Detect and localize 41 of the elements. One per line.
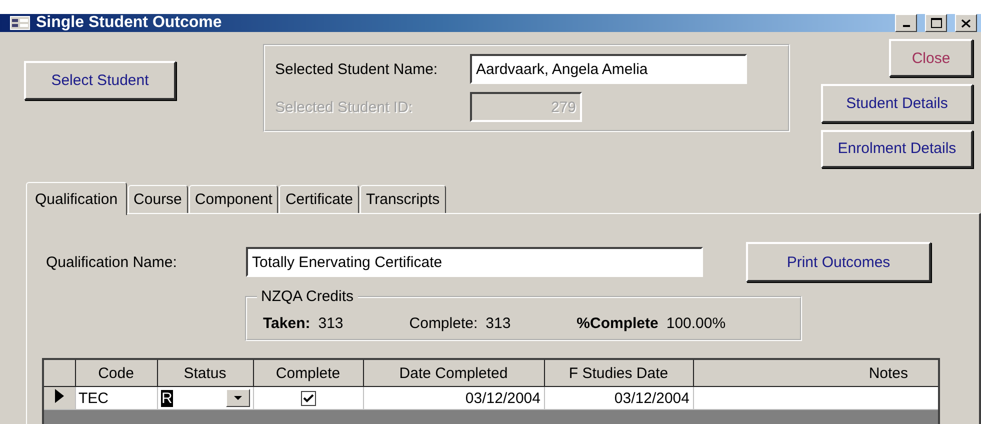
student-name-field[interactable]: Aardvaark, Angela Amelia <box>470 54 747 84</box>
qualification-name-field[interactable]: Totally Enervating Certificate <box>246 247 703 277</box>
qualification-name-label: Qualification Name: <box>46 254 178 270</box>
print-outcomes-button[interactable]: Print Outcomes <box>746 242 931 282</box>
tab[interactable]: Course <box>128 185 188 213</box>
complete-value: 313 <box>486 315 511 332</box>
maximize-icon <box>930 18 942 28</box>
tab[interactable]: Transcripts <box>360 185 446 213</box>
close-icon <box>961 18 971 28</box>
minimize-icon <box>902 25 910 27</box>
percent-complete-label: %Complete <box>576 315 658 332</box>
student-name-label: Selected Student Name: <box>275 60 439 78</box>
select-student-button[interactable]: Select Student <box>24 61 176 100</box>
column-header[interactable]: Complete <box>253 359 363 386</box>
credits-legend: NZQA Credits <box>257 288 358 305</box>
tab[interactable]: Component <box>188 185 278 213</box>
table-cell: 03/12/2004 <box>544 386 693 410</box>
form-icon <box>10 16 30 30</box>
column-header[interactable]: Notes <box>693 359 939 386</box>
tab[interactable]: Qualification <box>26 182 127 215</box>
complete-checkbox[interactable] <box>300 390 316 406</box>
complete-label: Complete: <box>409 315 478 332</box>
close-window-button[interactable] <box>955 14 977 32</box>
status-dropdown[interactable]: R <box>157 386 253 410</box>
tab[interactable]: Certificate <box>279 185 359 213</box>
percent-complete-value: 100.00% <box>666 315 726 332</box>
column-header[interactable]: Date Completed <box>363 359 544 386</box>
details-button[interactable]: Student Details <box>821 84 973 123</box>
minimize-button[interactable] <box>895 14 917 32</box>
close-button[interactable]: Close <box>889 39 973 78</box>
table-cell: 03/12/2004 <box>363 386 544 410</box>
taken-label: Taken: <box>263 315 310 332</box>
table-cell: TEC <box>75 386 157 410</box>
column-header[interactable]: Code <box>75 359 157 386</box>
window-title: Single Student Outcome <box>36 14 223 32</box>
column-header[interactable]: Status <box>157 359 253 386</box>
row-selector[interactable] <box>43 386 75 410</box>
column-header[interactable]: F Studies Date <box>544 359 693 386</box>
details-button[interactable]: Enrolment Details <box>821 130 973 168</box>
taken-value: 313 <box>318 315 344 332</box>
maximize-button[interactable] <box>925 14 947 32</box>
